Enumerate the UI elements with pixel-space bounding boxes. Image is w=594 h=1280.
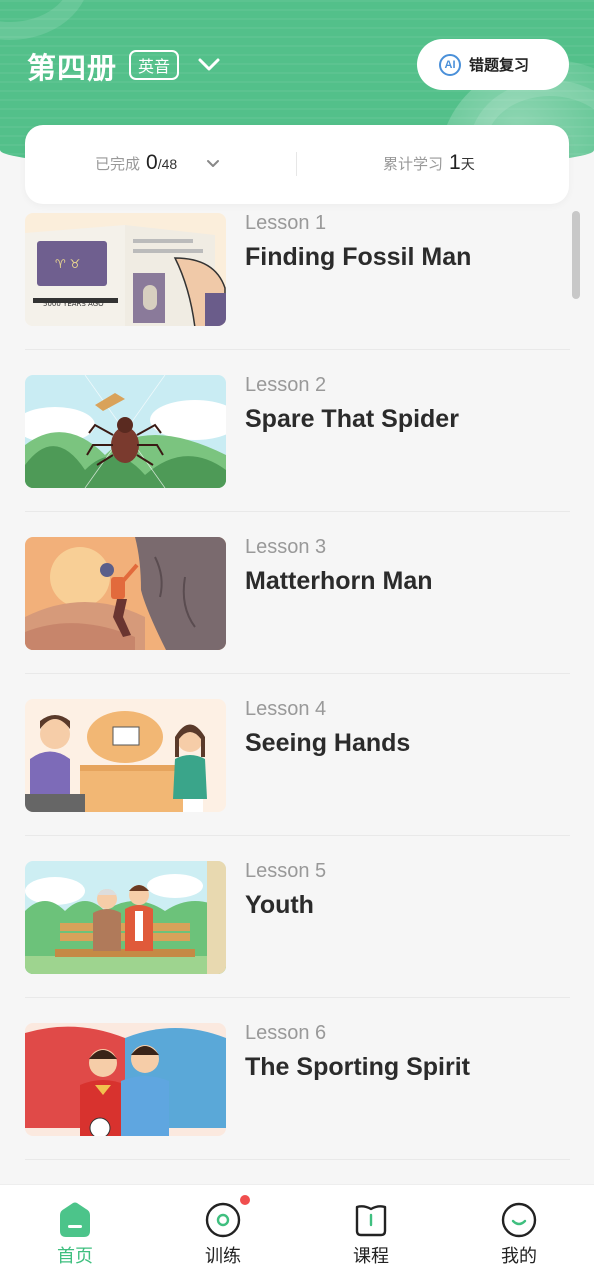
lesson-thumbnail xyxy=(25,1023,226,1136)
lesson-number: Lesson 1 xyxy=(245,212,327,234)
tab-label: 首页 xyxy=(57,1246,93,1266)
lesson-title: Matterhorn Man xyxy=(245,567,433,595)
tab-label: 我的 xyxy=(501,1246,537,1266)
lesson-number: Lesson 4 xyxy=(245,698,327,720)
tab-profile[interactable]: 我的 xyxy=(459,1185,579,1280)
accent-badge[interactable]: 英音 xyxy=(129,50,179,80)
chevron-down-icon[interactable] xyxy=(205,156,221,172)
tab-home[interactable]: 首页 xyxy=(15,1185,135,1280)
lesson-number: Lesson 6 xyxy=(245,1022,327,1044)
lesson-title: Seeing Hands xyxy=(245,729,411,757)
lesson-number: Lesson 5 xyxy=(245,860,327,882)
lesson-item[interactable]: Lesson 4 Seeing Hands xyxy=(25,674,570,836)
notification-badge xyxy=(240,1195,250,1205)
lesson-thumbnail: ♈ ♉ 5000 YEARS AGO xyxy=(25,213,226,326)
lesson-title: The Sporting Spirit xyxy=(245,1053,470,1081)
study-days-stat: 累计学习 1 天 xyxy=(383,151,475,175)
reading-illustration xyxy=(25,699,226,812)
book-illustration: ♈ ♉ 5000 YEARS AGO xyxy=(25,213,226,326)
sports-illustration xyxy=(25,1023,226,1136)
study-unit: 天 xyxy=(460,156,475,172)
tab-label: 训练 xyxy=(205,1246,241,1266)
chevron-down-icon[interactable] xyxy=(196,52,222,78)
spider-illustration xyxy=(25,375,226,488)
tab-training[interactable]: 训练 xyxy=(163,1185,283,1280)
stats-card: 已完成 0 /48 累计学习 1 天 xyxy=(25,125,569,204)
book-title[interactable]: 第四册 xyxy=(27,45,117,87)
completed-stat[interactable]: 已完成 0 /48 xyxy=(95,151,177,175)
lesson-item[interactable]: Lesson 6 The Sporting Spirit xyxy=(25,998,570,1160)
lesson-item[interactable]: Lesson 2 Spare That Spider xyxy=(25,350,570,512)
book-icon xyxy=(355,1205,387,1237)
completed-total: /48 xyxy=(157,156,178,172)
lesson-number: Lesson 2 xyxy=(245,374,327,396)
ai-review-button[interactable]: AI 错题复习 xyxy=(417,39,569,90)
home-icon xyxy=(60,1202,90,1237)
stats-divider xyxy=(296,152,297,176)
lesson-number: Lesson 3 xyxy=(245,536,327,558)
lesson-thumbnail xyxy=(25,375,226,488)
ai-review-label: 错题复习 xyxy=(469,57,530,74)
smile-icon xyxy=(501,1202,537,1238)
bench-illustration xyxy=(25,861,226,974)
bottom-tab-bar: 首页 训练 课程 我的 xyxy=(0,1184,594,1280)
study-label: 累计学习 xyxy=(383,156,444,173)
lesson-thumbnail xyxy=(25,861,226,974)
scrollbar[interactable] xyxy=(572,211,580,299)
completed-value: 0 xyxy=(146,151,158,174)
study-days: 1 xyxy=(449,151,461,174)
lesson-thumbnail xyxy=(25,699,226,812)
svg-text:♈ ♉: ♈ ♉ xyxy=(55,257,80,271)
lesson-list[interactable]: ♈ ♉ 5000 YEARS AGO Lesson 1 Finding Foss… xyxy=(0,205,594,1183)
lesson-thumbnail xyxy=(25,537,226,650)
svg-text:5000 YEARS AGO: 5000 YEARS AGO xyxy=(43,300,104,308)
lesson-title: Finding Fossil Man xyxy=(245,243,472,271)
lesson-title: Youth xyxy=(245,891,314,919)
lesson-title: Spare That Spider xyxy=(245,405,459,433)
lesson-item[interactable]: Lesson 5 Youth xyxy=(25,836,570,998)
lesson-item[interactable]: ♈ ♉ 5000 YEARS AGO Lesson 1 Finding Foss… xyxy=(25,205,570,350)
climber-illustration xyxy=(25,537,226,650)
target-icon xyxy=(205,1202,241,1238)
lesson-item[interactable]: Lesson 3 Matterhorn Man xyxy=(25,512,570,674)
tab-label: 课程 xyxy=(353,1246,389,1266)
completed-label: 已完成 xyxy=(95,156,141,173)
tab-courses[interactable]: 课程 xyxy=(311,1185,431,1280)
ai-icon: AI xyxy=(439,53,461,76)
